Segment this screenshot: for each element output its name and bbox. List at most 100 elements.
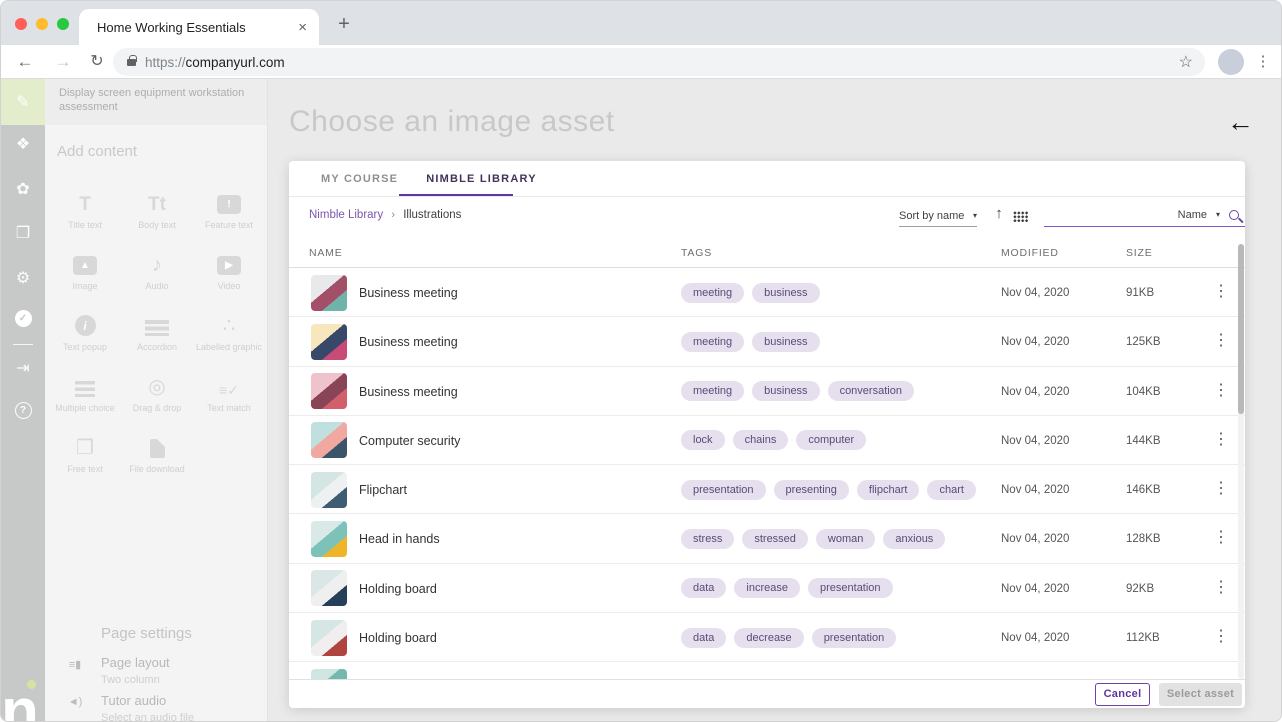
- asset-tags: stressstressedwomananxious: [681, 529, 945, 549]
- asset-name: Holding board: [359, 631, 437, 645]
- table-row[interactable]: Business meetingmeetingbusinessNov 04, 2…: [289, 268, 1245, 317]
- gear-icon: ⚙: [16, 268, 30, 288]
- search-input[interactable]: [1048, 208, 1169, 222]
- table-row[interactable]: Business meetingmeetingbusinessconversat…: [289, 367, 1245, 416]
- browser-menu-icon[interactable]: ⋮: [1251, 45, 1275, 79]
- title-text-icon: T: [79, 195, 91, 214]
- url-text[interactable]: https://companyurl.com: [145, 55, 1179, 70]
- new-tab-button[interactable]: +: [331, 11, 357, 37]
- url-domain: companyurl.com: [186, 55, 285, 70]
- text-popup-icon: i: [75, 315, 96, 336]
- close-window-button[interactable]: [15, 18, 27, 30]
- content-item-multiple-choice[interactable]: Multiple choice: [49, 358, 121, 419]
- tab-nimble-library[interactable]: NIMBLE LIBRARY: [426, 173, 537, 185]
- rail-publish-button[interactable]: ✓: [1, 299, 45, 337]
- add-content-heading: Add content: [45, 125, 267, 160]
- content-item-image[interactable]: ▲Image: [49, 236, 121, 297]
- search-field[interactable]: Name ▾: [1044, 203, 1245, 227]
- content-item-labelled-graphic[interactable]: ∴Labelled graphic: [193, 297, 265, 358]
- pages-icon: ❐: [16, 223, 30, 243]
- asset-tags: lockchainscomputer: [681, 430, 866, 450]
- maximize-window-button[interactable]: [57, 18, 69, 30]
- table-row[interactable]: Holding boarddatadecreasepresentationNov…: [289, 613, 1245, 662]
- rail-theme-button[interactable]: ✿: [1, 170, 45, 208]
- overlay-back-icon[interactable]: ←: [1227, 107, 1254, 138]
- content-item-label: Title text: [68, 220, 102, 230]
- row-menu-icon[interactable]: ⋮: [1209, 429, 1233, 449]
- content-item-title-text[interactable]: T Title text: [49, 175, 121, 236]
- search-icon[interactable]: [1229, 210, 1239, 220]
- grid-view-icon[interactable]: [1013, 211, 1028, 222]
- content-item-label: Text popup: [63, 342, 107, 352]
- pencil-icon: ✎: [16, 92, 29, 112]
- table-row[interactable]: Computer securitylockchainscomputerNov 0…: [289, 416, 1245, 465]
- cancel-button[interactable]: Cancel: [1095, 683, 1150, 706]
- content-item-accordion[interactable]: Accordion: [121, 297, 193, 358]
- address-bar[interactable]: https://companyurl.com ☆: [113, 48, 1205, 76]
- breadcrumb-root[interactable]: Nimble Library: [309, 209, 383, 221]
- chevron-down-icon: ▾: [973, 211, 977, 220]
- asset-thumbnail: [311, 324, 347, 360]
- select-asset-button[interactable]: Select asset: [1159, 683, 1242, 706]
- rail-settings-button[interactable]: ⚙: [1, 259, 45, 297]
- rail-edit-button[interactable]: ✎: [1, 79, 45, 125]
- asset-name: Business meeting: [359, 286, 458, 300]
- asset-size: 112KB: [1126, 632, 1160, 644]
- content-item-body-text[interactable]: TtBody text: [121, 175, 193, 236]
- tag-chip: chart: [927, 480, 975, 500]
- page-layout-setting[interactable]: ≡▮ Page layout Two column: [63, 655, 170, 686]
- question-icon: ?: [15, 402, 32, 419]
- content-item-text-popup[interactable]: i Text popup: [49, 297, 121, 358]
- rail-help-button[interactable]: ?: [1, 391, 45, 429]
- column-header-modified: MODIFIED: [1001, 247, 1059, 259]
- page-layout-title: Page layout: [101, 655, 170, 670]
- tag-chip: data: [681, 628, 726, 648]
- row-menu-icon[interactable]: ⋮: [1209, 330, 1233, 350]
- bookmark-star-icon[interactable]: ☆: [1179, 52, 1193, 72]
- rail-exit-button[interactable]: ⇥: [1, 349, 45, 387]
- content-item-label: File download: [129, 464, 185, 474]
- tag-chip: flipchart: [857, 480, 920, 500]
- reload-icon[interactable]: ↻: [85, 45, 109, 79]
- search-filter-dropdown[interactable]: Name: [1178, 209, 1207, 221]
- table-row[interactable]: Flipchartpresentationpresentingflipchart…: [289, 465, 1245, 514]
- asset-tags: dataincreasepresentation: [681, 578, 893, 598]
- asset-size: 92KB: [1126, 583, 1154, 595]
- content-item-text-match[interactable]: ≡✓Text match: [193, 358, 265, 419]
- row-menu-icon[interactable]: ⋮: [1209, 527, 1233, 547]
- row-menu-icon[interactable]: ⋮: [1209, 380, 1233, 400]
- tutor-audio-setting[interactable]: ◄) Tutor audio Select an audio file: [63, 693, 194, 722]
- tab-close-icon[interactable]: ×: [298, 20, 307, 35]
- table-row[interactable]: Head in handsstressstressedwomananxiousN…: [289, 514, 1245, 563]
- minimize-window-button[interactable]: [36, 18, 48, 30]
- profile-avatar[interactable]: [1218, 49, 1244, 75]
- row-menu-icon[interactable]: ⋮: [1209, 626, 1233, 646]
- content-item-free-text[interactable]: ❐Free text: [49, 419, 121, 480]
- forward-icon[interactable]: →: [51, 45, 75, 79]
- content-item-feature-text[interactable]: !Feature text: [193, 175, 265, 236]
- tag-chip: decrease: [734, 628, 803, 648]
- tag-chip: chains: [733, 430, 789, 450]
- tag-chip: meeting: [681, 381, 744, 401]
- rail-pages-button[interactable]: ❐: [1, 214, 45, 252]
- tab-my-course[interactable]: MY COURSE: [321, 173, 398, 185]
- rail-layers-button[interactable]: ❖: [1, 125, 45, 163]
- browser-tab[interactable]: Home Working Essentials ×: [79, 9, 319, 45]
- back-icon[interactable]: ←: [13, 45, 37, 79]
- row-menu-icon[interactable]: ⋮: [1209, 577, 1233, 597]
- row-menu-icon[interactable]: ⋮: [1209, 281, 1233, 301]
- upload-icon[interactable]: ↑: [989, 205, 1009, 222]
- sort-dropdown[interactable]: Sort by name ▾: [899, 205, 977, 227]
- modal-scrollbar-thumb[interactable]: [1238, 244, 1244, 414]
- asset-size: 128KB: [1126, 533, 1161, 545]
- table-row[interactable]: Business meetingmeetingbusinessNov 04, 2…: [289, 317, 1245, 366]
- content-item-video[interactable]: ▶Video: [193, 236, 265, 297]
- content-item-file-download[interactable]: File download: [121, 419, 193, 480]
- content-item-audio[interactable]: ♪Audio: [121, 236, 193, 297]
- content-item-drag-drop[interactable]: ◎Drag & drop: [121, 358, 193, 419]
- asset-thumbnail: [311, 422, 347, 458]
- table-row[interactable]: Holding boarddataincreasepresentationNov…: [289, 564, 1245, 613]
- page-layout-value: Two column: [101, 674, 170, 686]
- column-header-size: SIZE: [1126, 247, 1153, 259]
- row-menu-icon[interactable]: ⋮: [1209, 478, 1233, 498]
